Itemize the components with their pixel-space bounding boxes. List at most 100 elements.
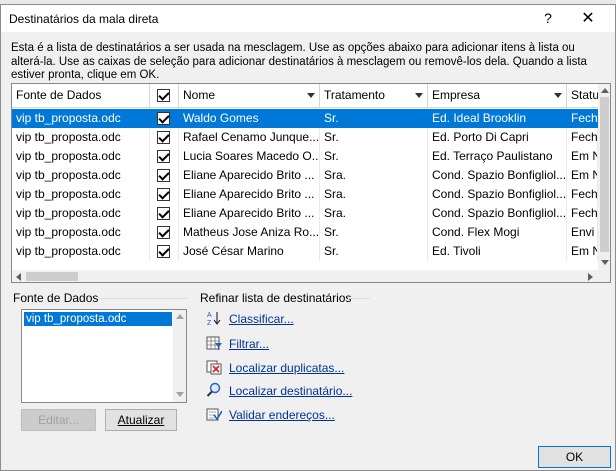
- recipient-checkbox[interactable]: [157, 131, 170, 144]
- cell-company: Cond. Spazio Bonfigliol...: [428, 166, 567, 185]
- cell-source: vip tb_proposta.odc: [12, 204, 150, 223]
- validate-addresses-link[interactable]: Validar endereços...: [229, 408, 335, 422]
- mail-merge-recipients-dialog: Destinatários da mala direta ? ✕ Esta é …: [0, 4, 616, 471]
- scrollbar-thumb[interactable]: [600, 97, 609, 252]
- table-row[interactable]: vip tb_proposta.odc Eliane Aparecido Brit…: [12, 204, 598, 223]
- column-header-source[interactable]: Fonte de Dados: [12, 84, 150, 108]
- table-row[interactable]: vip tb_proposta.odc Matheus Jose Aniza Ro…: [12, 223, 598, 242]
- recipient-checkbox[interactable]: [157, 169, 170, 182]
- find-recipient-link[interactable]: Localizar destinatário...: [229, 384, 352, 398]
- cell-company: Cond. Flex Mogi: [428, 223, 567, 242]
- cell-status: Fech: [567, 204, 598, 223]
- horizontal-scrollbar[interactable]: [12, 270, 598, 282]
- table-row[interactable]: vip tb_proposta.odc Eliane Aparecido Brit…: [12, 185, 598, 204]
- ok-button[interactable]: OK: [538, 446, 611, 468]
- filter-link[interactable]: Filtrar...: [229, 337, 269, 351]
- scroll-right-icon[interactable]: [588, 273, 593, 281]
- cell-status: Em N: [567, 166, 598, 185]
- scroll-up-icon[interactable]: [176, 314, 184, 319]
- recipient-checkbox[interactable]: [157, 226, 170, 239]
- scrollbar-thumb[interactable]: [26, 272, 78, 281]
- recipients-grid[interactable]: Fonte de Dados Nome Tratamento Empresa S…: [11, 83, 611, 283]
- cell-name: Waldo Gomes: [179, 109, 320, 128]
- cell-title: Sra.: [320, 166, 428, 185]
- table-row[interactable]: vip tb_proposta.odc Waldo Gomes Sr. Ed. Ide…: [12, 109, 598, 128]
- cell-title: Sr.: [320, 223, 428, 242]
- sort-az-icon: A Z: [207, 312, 221, 326]
- cell-name: Eliane Aparecido Brito ...: [179, 166, 320, 185]
- column-header-title[interactable]: Tratamento: [320, 84, 428, 108]
- divider: [348, 298, 370, 299]
- vertical-scrollbar[interactable]: [173, 310, 186, 402]
- table-row[interactable]: vip tb_proposta.odc Rafael Cenamo Junque.…: [12, 128, 598, 147]
- cell-company: Ed. Terraço Paulistano: [428, 147, 567, 166]
- cell-company: Ed. Porto Di Capri: [428, 128, 567, 147]
- cell-source: vip tb_proposta.odc: [12, 109, 150, 128]
- recipient-checkbox[interactable]: [157, 188, 170, 201]
- edit-button[interactable]: Editar...: [21, 409, 96, 431]
- column-header-name[interactable]: Nome: [179, 84, 320, 108]
- table-row[interactable]: vip tb_proposta.odc José César Marino Sr. E…: [12, 242, 598, 261]
- cell-title: Sra.: [320, 185, 428, 204]
- recipient-checkbox[interactable]: [157, 112, 170, 125]
- cell-status: Fech: [567, 109, 598, 128]
- cell-name: Rafael Cenamo Junque...: [179, 128, 320, 147]
- cell-source: vip tb_proposta.odc: [12, 166, 150, 185]
- datasource-list-item[interactable]: vip tb_proposta.odc: [24, 312, 172, 326]
- cell-name: Eliane Aparecido Brito ...: [179, 185, 320, 204]
- scroll-corner: [598, 270, 610, 282]
- cell-status: Fech: [567, 128, 598, 147]
- dialog-title: Destinatários da mala direta: [9, 12, 159, 26]
- sort-link[interactable]: Classificar...: [229, 312, 294, 326]
- select-all-checkbox[interactable]: [157, 89, 170, 102]
- cell-name: Eliane Aparecido Brito ...: [179, 204, 320, 223]
- svg-text:A: A: [207, 312, 212, 319]
- scroll-left-icon[interactable]: [16, 273, 21, 281]
- divider: [99, 298, 187, 299]
- cell-status: Envi: [567, 223, 598, 242]
- title-bar: Destinatários da mala direta ? ✕: [1, 5, 615, 32]
- cell-source: vip tb_proposta.odc: [12, 147, 150, 166]
- cell-source: vip tb_proposta.odc: [12, 128, 150, 147]
- recipient-checkbox[interactable]: [157, 150, 170, 163]
- scroll-down-icon[interactable]: [601, 260, 609, 265]
- column-header-company[interactable]: Empresa: [428, 84, 567, 108]
- validate-address-icon: [206, 408, 222, 421]
- cell-company: Cond. Spazio Bonfigliol...: [428, 204, 567, 223]
- cell-source: vip tb_proposta.odc: [12, 242, 150, 261]
- filter-table-icon: [206, 336, 222, 350]
- cell-status: Em N: [567, 242, 598, 261]
- scroll-down-icon[interactable]: [176, 392, 184, 397]
- chevron-down-icon[interactable]: [307, 93, 315, 98]
- duplicates-icon: [206, 360, 222, 375]
- grid-header: Fonte de Dados Nome Tratamento Empresa S…: [12, 84, 605, 108]
- datasource-list[interactable]: vip tb_proposta.odc: [21, 309, 187, 403]
- scroll-up-icon[interactable]: [601, 88, 609, 93]
- vertical-scrollbar[interactable]: [598, 84, 610, 270]
- cell-title: Sr.: [320, 147, 428, 166]
- cell-company: Ed. Ideal Brooklin: [428, 109, 567, 128]
- column-header-select-all[interactable]: [150, 84, 179, 108]
- cell-title: Sr.: [320, 242, 428, 261]
- find-duplicates-link[interactable]: Localizar duplicatas...: [229, 361, 344, 375]
- close-button[interactable]: ✕: [568, 5, 608, 32]
- cell-source: vip tb_proposta.odc: [12, 185, 150, 204]
- refresh-button[interactable]: Atualizar: [105, 409, 177, 431]
- cell-source: vip tb_proposta.odc: [12, 223, 150, 242]
- cell-title: Sra.: [320, 204, 428, 223]
- cell-title: Sr.: [320, 109, 428, 128]
- cell-name: Matheus Jose Aniza Ro...: [179, 223, 320, 242]
- help-button[interactable]: ?: [528, 5, 568, 32]
- table-row[interactable]: vip tb_proposta.odc Lucia Soares Macedo O…: [12, 147, 598, 166]
- recipient-checkbox[interactable]: [157, 207, 170, 220]
- dialog-description: Esta é a lista de destinatários a ser us…: [11, 42, 587, 81]
- recipient-checkbox[interactable]: [157, 245, 170, 258]
- table-row[interactable]: vip tb_proposta.odc Eliane Aparecido Brit…: [12, 166, 598, 185]
- cell-status: Em N: [567, 147, 598, 166]
- cell-name: José César Marino: [179, 242, 320, 261]
- cell-company: Ed. Tivoli: [428, 242, 567, 261]
- cell-company: Cond. Spazio Bonfigliol...: [428, 185, 567, 204]
- chevron-down-icon[interactable]: [554, 93, 562, 98]
- chevron-down-icon[interactable]: [415, 93, 423, 98]
- svg-text:Z: Z: [207, 320, 212, 326]
